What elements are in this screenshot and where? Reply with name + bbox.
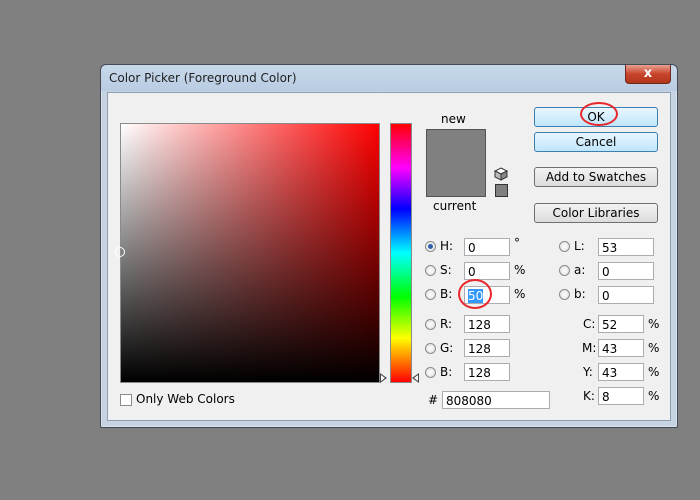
new-color-label: new	[441, 112, 466, 126]
hue-slider-right-arrow-icon[interactable]	[412, 373, 419, 383]
brightness-label: B:	[440, 287, 453, 301]
red-input[interactable]: 128	[464, 315, 510, 333]
yellow-label: Y:	[583, 365, 593, 379]
color-field[interactable]	[115, 123, 380, 383]
red-label: R:	[440, 317, 453, 331]
lab-a-input[interactable]: 0	[598, 262, 654, 280]
green-label: G:	[440, 341, 454, 355]
green-radio[interactable]	[425, 343, 436, 354]
cyan-unit: %	[648, 317, 660, 331]
saturation-unit: %	[514, 263, 526, 277]
ok-annotation-ring	[580, 102, 618, 126]
close-icon: x	[643, 66, 653, 81]
color-libraries-button[interactable]: Color Libraries	[534, 203, 658, 223]
yellow-unit: %	[648, 365, 660, 379]
black-unit: %	[648, 389, 660, 403]
hue-slider-left-arrow-icon[interactable]	[380, 373, 387, 383]
saturation-input[interactable]: 0	[464, 262, 510, 280]
cyan-input[interactable]: 52	[598, 315, 644, 333]
lab-l-radio[interactable]	[559, 241, 570, 252]
current-color-label: current	[433, 199, 477, 213]
blue-input[interactable]: 128	[464, 363, 510, 381]
hue-slider[interactable]	[390, 123, 412, 383]
black-input[interactable]: 8	[598, 387, 644, 405]
web-safe-swatch-icon[interactable]	[495, 184, 508, 197]
hex-input[interactable]: 808080	[442, 391, 550, 409]
blue-radio[interactable]	[425, 367, 436, 378]
dialog-body: new current OK Cancel Add to Swatches Co…	[107, 92, 671, 421]
close-button[interactable]: x	[625, 65, 671, 84]
yellow-input[interactable]: 43	[598, 363, 644, 381]
cancel-button[interactable]: Cancel	[534, 132, 658, 152]
green-input[interactable]: 128	[464, 339, 510, 357]
hex-label: #	[428, 393, 439, 407]
lab-l-input[interactable]: 53	[598, 238, 654, 256]
saturation-radio[interactable]	[425, 265, 436, 276]
black-label: K:	[583, 389, 595, 403]
lab-l-label: L:	[574, 239, 585, 253]
only-web-colors-label: Only Web Colors	[136, 392, 235, 406]
saturation-label: S:	[440, 263, 452, 277]
lab-b-radio[interactable]	[559, 289, 570, 300]
brightness-radio[interactable]	[425, 289, 436, 300]
hue-label: H:	[440, 239, 454, 253]
red-radio[interactable]	[425, 319, 436, 330]
cube-icon[interactable]	[494, 167, 508, 181]
hue-input[interactable]: 0	[464, 238, 510, 256]
magenta-label: M:	[582, 341, 597, 355]
lab-a-radio[interactable]	[559, 265, 570, 276]
blue-label: B:	[440, 365, 453, 379]
brightness-annotation-ring	[458, 279, 492, 309]
hue-unit: °	[514, 236, 520, 250]
cyan-label: C:	[583, 317, 596, 331]
brightness-unit: %	[514, 287, 526, 301]
window-title: Color Picker (Foreground Color)	[109, 71, 297, 85]
title-bar[interactable]: Color Picker (Foreground Color) x	[101, 65, 677, 91]
lab-b-label: b:	[574, 287, 586, 301]
color-picker-window: Color Picker (Foreground Color) x new cu…	[100, 64, 678, 428]
new-current-swatch[interactable]	[426, 129, 486, 197]
magenta-input[interactable]: 43	[598, 339, 644, 357]
lab-b-input[interactable]: 0	[598, 286, 654, 304]
add-to-swatches-button[interactable]: Add to Swatches	[534, 167, 658, 187]
hue-radio[interactable]	[425, 241, 436, 252]
only-web-colors-checkbox[interactable]	[120, 394, 132, 406]
color-field-marker[interactable]	[115, 247, 125, 257]
magenta-unit: %	[648, 341, 660, 355]
lab-a-label: a:	[574, 263, 586, 277]
